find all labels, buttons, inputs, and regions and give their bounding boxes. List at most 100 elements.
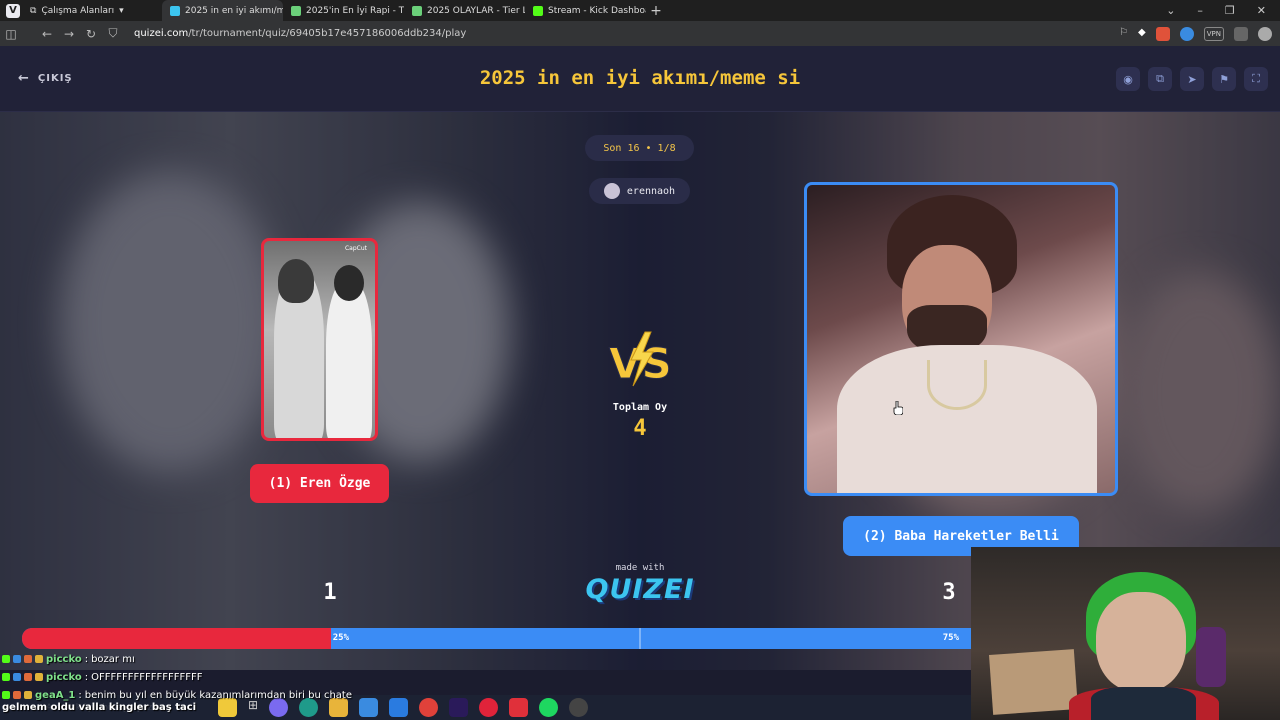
- vivaldi-icon[interactable]: [509, 698, 529, 717]
- quizei-favicon-icon: [170, 5, 180, 16]
- option-2-vote-count: 3: [942, 580, 956, 605]
- chat-separator: :: [84, 653, 89, 665]
- person-hair: [334, 265, 364, 301]
- kick-badge-icon: [2, 691, 10, 699]
- crown-badge-icon: [24, 691, 32, 699]
- spotify-icon[interactable]: [539, 698, 559, 717]
- tab-kick-dashboard[interactable]: Stream - Kick Dashboard: [525, 0, 646, 21]
- stream-chat-overlay: piccko : bozar mı piccko : OFFFFFFFFFFFF…: [2, 650, 382, 704]
- chat-message: geaA_1 : benim bu yıl en büyük kazanımla…: [2, 686, 382, 704]
- window-controls: ⌄ – ❐ ✕: [1166, 4, 1280, 17]
- chat-separator: :: [78, 689, 82, 701]
- send-icon[interactable]: ➤: [1180, 67, 1204, 91]
- streamer-webcam: [971, 547, 1280, 720]
- eye-icon[interactable]: ◉: [1116, 67, 1140, 91]
- opera-icon[interactable]: [479, 698, 499, 717]
- url-field[interactable]: quizei.com/tr/tournament/quiz/69405b17e4…: [134, 28, 466, 39]
- browser-tab-bar: V ⧉ Çalışma Alanları ▾ 2025 in en iyi ak…: [0, 0, 1280, 21]
- gift-badge-icon: [24, 673, 32, 681]
- face-shape: [1096, 592, 1186, 692]
- cardboard-box: [989, 649, 1078, 715]
- tab-quiz[interactable]: 2025 in en iyi akımı/meme: [162, 0, 283, 21]
- option-1-vote-count: 1: [323, 580, 337, 605]
- fullscreen-icon[interactable]: ⛶: [1244, 67, 1268, 91]
- vpn-button[interactable]: VPN: [1203, 26, 1224, 41]
- option-1-percent: 25%: [332, 633, 349, 643]
- page-title: 2025 in en iyi akımı/meme si: [479, 67, 801, 89]
- panel-toggle-icon[interactable]: ◫: [0, 27, 22, 41]
- hand-cursor-icon: [893, 401, 903, 415]
- extension-red-icon[interactable]: [1155, 26, 1170, 41]
- chat-user: geaA_1: [35, 689, 76, 701]
- minimize-icon[interactable]: –: [1197, 4, 1203, 17]
- premiere-icon[interactable]: [449, 698, 469, 717]
- crown-badge-icon: [35, 655, 43, 663]
- extension-dot-icon[interactable]: ◆: [1138, 27, 1146, 41]
- close-icon[interactable]: ✕: [1257, 4, 1266, 17]
- chrome-icon[interactable]: [419, 698, 439, 717]
- photo-watermark: CapCut: [344, 245, 367, 252]
- shield-icon[interactable]: ⛉: [102, 26, 124, 41]
- tab-tierlist-rap[interactable]: 2025'in En İyi Rapi - Tier Li: [283, 0, 404, 21]
- progress-midline: [639, 628, 641, 649]
- total-votes-label: Toplam Oy: [612, 402, 668, 413]
- tierlist-favicon-icon: [291, 5, 301, 16]
- link-icon[interactable]: ⧉: [1148, 67, 1172, 91]
- option-1-button[interactable]: (1) Eren Özge: [250, 464, 389, 503]
- outlook-icon[interactable]: [389, 698, 409, 717]
- reload-icon[interactable]: ↻: [80, 27, 102, 41]
- option-2-image[interactable]: [804, 182, 1118, 496]
- forward-arrow-icon[interactable]: →: [58, 27, 80, 41]
- header-tools: ◉ ⧉ ➤ ⚑ ⛶: [1116, 67, 1268, 91]
- person-hair: [278, 259, 314, 303]
- chat-user: piccko: [46, 671, 82, 683]
- vivaldi-logo-icon[interactable]: V: [6, 3, 20, 18]
- creator-badge[interactable]: erennaoh: [589, 178, 690, 204]
- sub-badge-icon: [13, 673, 21, 681]
- chat-message: piccko : bozar mı: [2, 650, 382, 668]
- microphone-shape: [1196, 627, 1226, 687]
- made-with-label: made with: [615, 563, 665, 573]
- workspaces-icon: ⧉: [30, 5, 37, 16]
- gift-badge-icon: [13, 691, 21, 699]
- tab-label: 2025 in en iyi akımı/meme: [185, 5, 283, 16]
- chat-text: bozar mı: [91, 653, 135, 665]
- chain-shape: [927, 360, 987, 410]
- chat-text: OFFFFFFFFFFFFFFFFFF: [91, 671, 203, 683]
- creator-avatar: [603, 183, 620, 199]
- flag-icon[interactable]: ⚑: [1212, 67, 1236, 91]
- profile-avatar[interactable]: [1258, 26, 1272, 41]
- sub-badge-icon: [13, 655, 21, 663]
- workspaces-label: Çalışma Alanları: [41, 5, 115, 16]
- tab-list-icon[interactable]: ⌄: [1166, 4, 1175, 17]
- crown-badge-icon: [35, 673, 43, 681]
- tab-label: 2025 OLAYLAR - Tier List |: [427, 5, 525, 16]
- quiz-header: ← ÇIKIŞ 2025 in en iyi akımı/meme si ◉ ⧉…: [0, 46, 1280, 112]
- bookmark-icon[interactable]: ⚐: [1119, 27, 1128, 41]
- back-arrow-icon[interactable]: ←: [36, 27, 58, 41]
- extensions-icon[interactable]: [1234, 26, 1248, 41]
- obs-icon[interactable]: [569, 698, 589, 717]
- chevron-down-icon: ▾: [119, 5, 124, 16]
- workspaces-button[interactable]: ⧉ Çalışma Alanları ▾: [26, 6, 162, 16]
- option-1-image[interactable]: CapCut: [261, 238, 378, 441]
- new-tab-button[interactable]: +: [646, 3, 666, 19]
- chat-text: benim bu yıl en büyük kazanımlarımdan bi…: [84, 689, 353, 701]
- chat-separator: :: [84, 671, 89, 683]
- person-figure: [326, 281, 372, 438]
- gift-badge-icon: [24, 655, 32, 663]
- chat-message: piccko : OFFFFFFFFFFFFFFFFFF: [2, 668, 382, 686]
- option-2-percent: 75%: [942, 633, 959, 643]
- option-1-share-fill: [22, 628, 331, 649]
- restore-icon[interactable]: ❐: [1225, 4, 1235, 17]
- extensions-area: ⚐ ◆ VPN: [1119, 26, 1280, 41]
- tab-label: 2025'in En İyi Rapi - Tier Li: [306, 5, 404, 16]
- creator-name: erennaoh: [626, 185, 676, 197]
- total-votes-value: 4: [633, 416, 647, 441]
- extension-blue-icon[interactable]: [1179, 26, 1194, 41]
- kick-badge-icon: [2, 655, 10, 663]
- chat-user: piccko: [46, 653, 82, 665]
- tab-tierlist-olaylar[interactable]: 2025 OLAYLAR - Tier List |: [404, 0, 525, 21]
- address-bar: ◫ ← → ↻ ⛉ quizei.com/tr/tournament/quiz/…: [0, 21, 1280, 46]
- quizei-logo[interactable]: QUIZEI: [560, 574, 720, 605]
